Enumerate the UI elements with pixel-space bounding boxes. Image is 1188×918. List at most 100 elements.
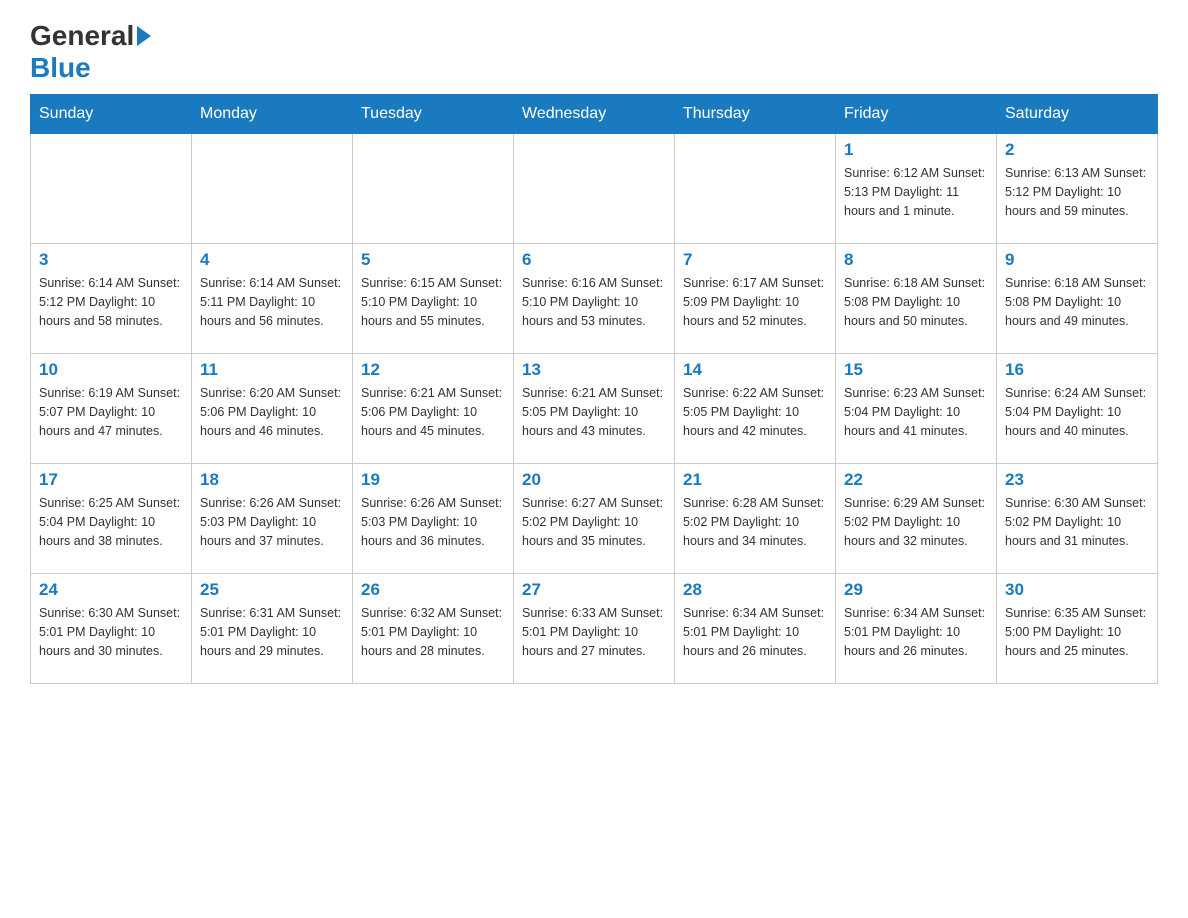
calendar-cell: 18 Sunrise: 6:26 AM Sunset: 5:03 PM Dayli…	[192, 464, 353, 574]
calendar-cell: 16 Sunrise: 6:24 AM Sunset: 5:04 PM Dayli…	[997, 354, 1158, 464]
day-number: 25	[200, 580, 344, 600]
calendar-cell: 27 Sunrise: 6:33 AM Sunset: 5:01 PM Dayli…	[514, 574, 675, 684]
calendar-cell: 22Sunrise: 6:29 AM Sunset: 5:02 PM Dayli…	[836, 464, 997, 574]
header-area: General Blue	[30, 20, 1158, 84]
day-info: Sunrise: 6:20 AM Sunset: 5:06 PM Dayligh…	[200, 384, 344, 440]
calendar-cell: 5Sunrise: 6:15 AM Sunset: 5:10 PM Daylig…	[353, 244, 514, 354]
day-number: 22	[844, 470, 988, 490]
day-number: 14	[683, 360, 827, 380]
day-info: Sunrise: 6:35 AM Sunset: 5:00 PM Dayligh…	[1005, 604, 1149, 660]
calendar-cell: 9Sunrise: 6:18 AM Sunset: 5:08 PM Daylig…	[997, 244, 1158, 354]
calendar-cell: 25 Sunrise: 6:31 AM Sunset: 5:01 PM Dayli…	[192, 574, 353, 684]
calendar-cell: 15 Sunrise: 6:23 AM Sunset: 5:04 PM Dayli…	[836, 354, 997, 464]
day-info: Sunrise: 6:12 AM Sunset: 5:13 PM Dayligh…	[844, 164, 988, 220]
day-info: Sunrise: 6:34 AM Sunset: 5:01 PM Dayligh…	[844, 604, 988, 660]
calendar-week-1: 1 Sunrise: 6:12 AM Sunset: 5:13 PM Daylig…	[31, 134, 1158, 244]
day-number: 15	[844, 360, 988, 380]
calendar-cell: 28 Sunrise: 6:34 AM Sunset: 5:01 PM Dayli…	[675, 574, 836, 684]
dow-header-wednesday: Wednesday	[514, 95, 675, 134]
dow-header-saturday: Saturday	[997, 95, 1158, 134]
day-number: 6	[522, 250, 666, 270]
calendar-cell: 26 Sunrise: 6:32 AM Sunset: 5:01 PM Dayli…	[353, 574, 514, 684]
day-info: Sunrise: 6:17 AM Sunset: 5:09 PM Dayligh…	[683, 274, 827, 330]
day-info: Sunrise: 6:13 AM Sunset: 5:12 PM Dayligh…	[1005, 164, 1149, 220]
day-number: 8	[844, 250, 988, 270]
day-number: 2	[1005, 140, 1149, 160]
logo-text: General	[30, 20, 151, 52]
dow-header-tuesday: Tuesday	[353, 95, 514, 134]
calendar-cell: 21 Sunrise: 6:28 AM Sunset: 5:02 PM Dayli…	[675, 464, 836, 574]
calendar-cell: 20 Sunrise: 6:27 AM Sunset: 5:02 PM Dayli…	[514, 464, 675, 574]
day-number: 7	[683, 250, 827, 270]
calendar-cell: 4 Sunrise: 6:14 AM Sunset: 5:11 PM Daylig…	[192, 244, 353, 354]
day-info: Sunrise: 6:33 AM Sunset: 5:01 PM Dayligh…	[522, 604, 666, 660]
logo-blue: Blue	[30, 52, 91, 84]
dow-header-sunday: Sunday	[31, 95, 192, 134]
day-number: 10	[39, 360, 183, 380]
day-number: 26	[361, 580, 505, 600]
day-number: 21	[683, 470, 827, 490]
day-info: Sunrise: 6:34 AM Sunset: 5:01 PM Dayligh…	[683, 604, 827, 660]
dow-header-friday: Friday	[836, 95, 997, 134]
calendar-cell: 10Sunrise: 6:19 AM Sunset: 5:07 PM Dayli…	[31, 354, 192, 464]
day-of-week-row: SundayMondayTuesdayWednesdayThursdayFrid…	[31, 95, 1158, 134]
day-number: 1	[844, 140, 988, 160]
day-info: Sunrise: 6:15 AM Sunset: 5:10 PM Dayligh…	[361, 274, 505, 330]
day-info: Sunrise: 6:30 AM Sunset: 5:02 PM Dayligh…	[1005, 494, 1149, 550]
day-info: Sunrise: 6:26 AM Sunset: 5:03 PM Dayligh…	[361, 494, 505, 550]
dow-header-thursday: Thursday	[675, 95, 836, 134]
day-number: 28	[683, 580, 827, 600]
day-info: Sunrise: 6:31 AM Sunset: 5:01 PM Dayligh…	[200, 604, 344, 660]
calendar-week-5: 24 Sunrise: 6:30 AM Sunset: 5:01 PM Dayli…	[31, 574, 1158, 684]
calendar-cell: 7 Sunrise: 6:17 AM Sunset: 5:09 PM Daylig…	[675, 244, 836, 354]
day-info: Sunrise: 6:30 AM Sunset: 5:01 PM Dayligh…	[39, 604, 183, 660]
day-number: 17	[39, 470, 183, 490]
day-number: 20	[522, 470, 666, 490]
day-number: 30	[1005, 580, 1149, 600]
day-info: Sunrise: 6:18 AM Sunset: 5:08 PM Dayligh…	[844, 274, 988, 330]
calendar-cell	[192, 134, 353, 244]
day-info: Sunrise: 6:25 AM Sunset: 5:04 PM Dayligh…	[39, 494, 183, 550]
day-info: Sunrise: 6:14 AM Sunset: 5:11 PM Dayligh…	[200, 274, 344, 330]
calendar-cell: 2 Sunrise: 6:13 AM Sunset: 5:12 PM Daylig…	[997, 134, 1158, 244]
day-number: 3	[39, 250, 183, 270]
calendar-week-4: 17 Sunrise: 6:25 AM Sunset: 5:04 PM Dayli…	[31, 464, 1158, 574]
day-info: Sunrise: 6:21 AM Sunset: 5:06 PM Dayligh…	[361, 384, 505, 440]
calendar-cell	[353, 134, 514, 244]
calendar-cell: 11 Sunrise: 6:20 AM Sunset: 5:06 PM Dayli…	[192, 354, 353, 464]
day-info: Sunrise: 6:32 AM Sunset: 5:01 PM Dayligh…	[361, 604, 505, 660]
day-info: Sunrise: 6:28 AM Sunset: 5:02 PM Dayligh…	[683, 494, 827, 550]
day-number: 11	[200, 360, 344, 380]
calendar-cell: 14Sunrise: 6:22 AM Sunset: 5:05 PM Dayli…	[675, 354, 836, 464]
calendar-cell: 30 Sunrise: 6:35 AM Sunset: 5:00 PM Dayli…	[997, 574, 1158, 684]
day-number: 23	[1005, 470, 1149, 490]
calendar-body: 1 Sunrise: 6:12 AM Sunset: 5:13 PM Daylig…	[31, 134, 1158, 684]
day-info: Sunrise: 6:27 AM Sunset: 5:02 PM Dayligh…	[522, 494, 666, 550]
day-number: 29	[844, 580, 988, 600]
day-number: 19	[361, 470, 505, 490]
calendar-cell: 19 Sunrise: 6:26 AM Sunset: 5:03 PM Dayli…	[353, 464, 514, 574]
calendar-cell: 13Sunrise: 6:21 AM Sunset: 5:05 PM Dayli…	[514, 354, 675, 464]
calendar-table: SundayMondayTuesdayWednesdayThursdayFrid…	[30, 94, 1158, 684]
day-info: Sunrise: 6:26 AM Sunset: 5:03 PM Dayligh…	[200, 494, 344, 550]
calendar-cell	[514, 134, 675, 244]
calendar-cell: 12Sunrise: 6:21 AM Sunset: 5:06 PM Dayli…	[353, 354, 514, 464]
calendar-cell: 23 Sunrise: 6:30 AM Sunset: 5:02 PM Dayli…	[997, 464, 1158, 574]
day-number: 4	[200, 250, 344, 270]
calendar-cell: 1 Sunrise: 6:12 AM Sunset: 5:13 PM Daylig…	[836, 134, 997, 244]
dow-header-monday: Monday	[192, 95, 353, 134]
day-number: 16	[1005, 360, 1149, 380]
day-number: 13	[522, 360, 666, 380]
calendar-cell: 29 Sunrise: 6:34 AM Sunset: 5:01 PM Dayli…	[836, 574, 997, 684]
day-number: 18	[200, 470, 344, 490]
calendar-cell: 24 Sunrise: 6:30 AM Sunset: 5:01 PM Dayli…	[31, 574, 192, 684]
day-info: Sunrise: 6:23 AM Sunset: 5:04 PM Dayligh…	[844, 384, 988, 440]
logo-area: General Blue	[30, 20, 151, 84]
calendar-cell	[675, 134, 836, 244]
day-info: Sunrise: 6:24 AM Sunset: 5:04 PM Dayligh…	[1005, 384, 1149, 440]
day-number: 24	[39, 580, 183, 600]
calendar-week-2: 3Sunrise: 6:14 AM Sunset: 5:12 PM Daylig…	[31, 244, 1158, 354]
calendar-cell: 6Sunrise: 6:16 AM Sunset: 5:10 PM Daylig…	[514, 244, 675, 354]
calendar-cell: 8 Sunrise: 6:18 AM Sunset: 5:08 PM Daylig…	[836, 244, 997, 354]
day-number: 27	[522, 580, 666, 600]
